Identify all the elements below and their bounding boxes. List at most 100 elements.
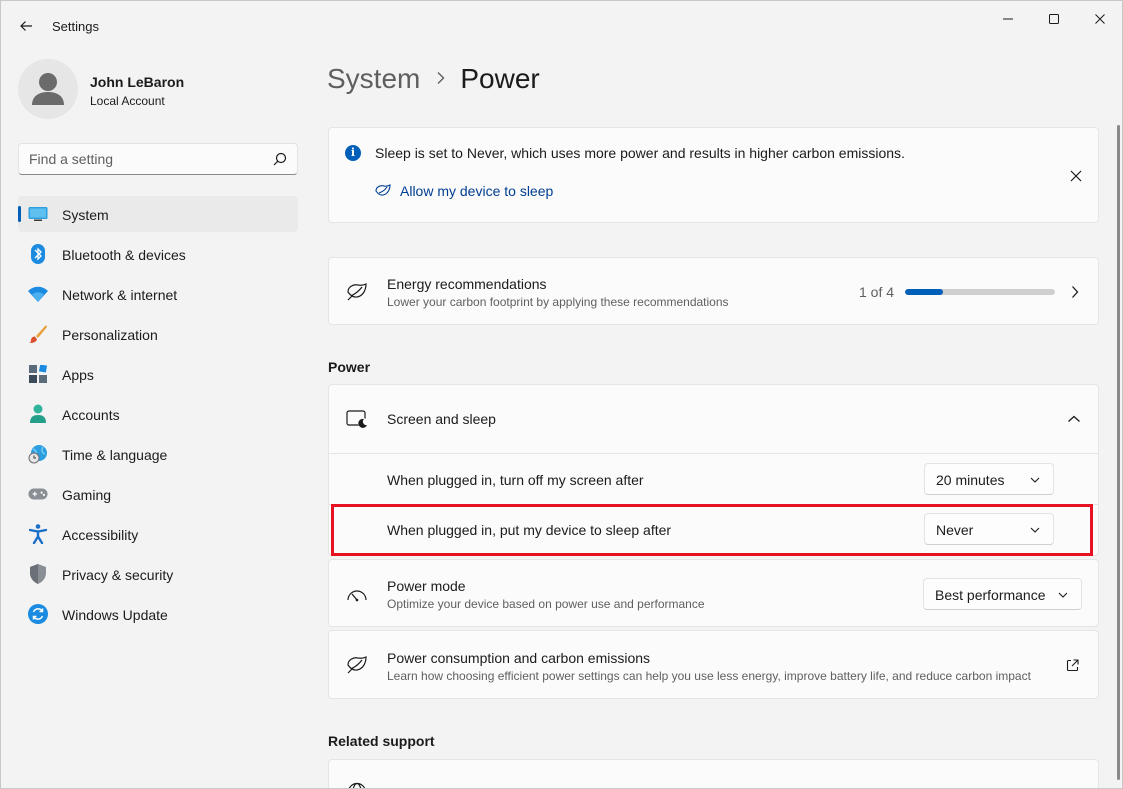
sidebar-item-network[interactable]: Network & internet [18,276,298,312]
external-link-icon [1064,657,1080,673]
breadcrumb-parent[interactable]: System [327,63,420,95]
sidebar-item-system[interactable]: System [18,196,298,232]
sleep-after-dropdown[interactable]: Never [924,513,1054,545]
leaf-link-icon [375,184,391,196]
accessibility-icon [28,524,48,544]
back-button[interactable] [13,13,39,39]
chevron-down-icon [1029,524,1041,536]
info-banner-text: Sleep is set to Never, which uses more p… [375,145,905,161]
maximize-button[interactable] [1031,5,1077,33]
power-section-heading: Power [328,359,371,375]
energy-progress-label: 1 of 4 [859,284,895,300]
sidebar-item-label: Windows Update [62,607,168,623]
sidebar-item-label: Network & internet [62,287,178,303]
power-mode-subtitle: Optimize your device based on power use … [387,597,705,611]
user-name: John LeBaron [90,74,185,90]
sidebar-item-label: Bluetooth & devices [62,247,186,263]
scrollbar[interactable] [1117,125,1120,780]
allow-sleep-link[interactable]: Allow my device to sleep [375,181,553,201]
account-type: Local Account [90,94,165,108]
leaf-icon [345,653,369,677]
search-icon [273,152,287,166]
search-input[interactable] [19,144,269,174]
energy-recommendations-card[interactable]: Energy recommendations Lower your carbon… [328,257,1099,325]
chevron-right-icon [1067,282,1083,302]
sidebar-item-personalization[interactable]: Personalization [18,316,298,352]
power-mode-dropdown[interactable]: Best performance [923,578,1082,610]
sleep-after-label: When plugged in, put my device to sleep … [387,522,672,538]
power-consumption-subtitle: Learn how choosing efficient power setti… [387,669,1031,683]
bluetooth-icon [28,244,48,264]
person-icon [28,404,48,424]
sidebar-item-label: Privacy & security [62,567,174,583]
close-icon [1070,170,1082,182]
sidebar-item-windows-update[interactable]: Windows Update [18,596,298,632]
sidebar-item-accessibility[interactable]: Accessibility [18,516,298,552]
speedometer-icon [345,582,369,606]
brush-icon [28,324,48,344]
sleep-after-row: When plugged in, put my device to sleep … [329,505,1098,555]
info-icon: i [345,145,361,161]
avatar [18,59,78,119]
sidebar-item-label: Personalization [62,327,158,343]
search-box [18,143,298,175]
person-avatar-icon [32,73,64,105]
screen-sleep-icon [345,407,369,431]
chevron-down-icon [1029,474,1041,486]
sidebar-item-gaming[interactable]: Gaming [18,476,298,512]
sidebar-item-privacy[interactable]: Privacy & security [18,556,298,592]
power-mode-card: Power mode Optimize your device based on… [328,559,1099,627]
leaf-icon [345,280,369,304]
sidebar-item-bluetooth[interactable]: Bluetooth & devices [18,236,298,272]
sidebar-item-label: System [62,207,109,223]
app-title: Settings [52,19,99,34]
screen-off-label: When plugged in, turn off my screen afte… [387,472,644,488]
screen-and-sleep-card: Screen and sleep When plugged in, turn o… [328,384,1099,556]
sidebar-item-apps[interactable]: Apps [18,356,298,392]
sidebar-item-label: Accounts [62,407,120,423]
dismiss-banner-button[interactable] [1066,166,1086,186]
sleep-after-value: Never [936,522,974,538]
allow-sleep-link-label: Allow my device to sleep [400,183,554,199]
energy-progress-fill [905,289,943,295]
minimize-icon [1003,18,1013,20]
power-consumption-card[interactable]: Power consumption and carbon emissions L… [328,630,1099,699]
power-mode-title: Power mode [387,578,466,594]
screen-off-dropdown[interactable]: 20 minutes [924,463,1054,495]
energy-subtitle: Lower your carbon footprint by applying … [387,295,729,309]
wifi-icon [28,284,48,304]
globe-clock-icon [28,444,48,464]
sleep-info-banner: i Sleep is set to Never, which uses more… [328,127,1099,223]
power-consumption-title: Power consumption and carbon emissions [387,650,651,666]
sidebar-item-time-language[interactable]: Time & language [18,436,298,472]
sidebar-item-label: Accessibility [62,527,139,543]
close-icon [1095,14,1105,24]
power-mode-value: Best performance [935,587,1046,603]
screen-off-row: When plugged in, turn off my screen afte… [329,455,1098,505]
globe-icon [345,780,369,788]
minimize-button[interactable] [985,5,1031,33]
breadcrumb-chevron-icon [436,68,446,91]
shield-icon [28,564,48,584]
divider [329,453,1098,454]
sidebar-item-accounts[interactable]: Accounts [18,396,298,432]
close-window-button[interactable] [1077,5,1122,33]
sidebar-item-label: Gaming [62,487,112,503]
apps-icon [28,364,48,384]
maximize-icon [1049,14,1059,24]
breadcrumb: System Power [327,59,540,99]
energy-title: Energy recommendations [387,276,547,292]
screen-and-sleep-header[interactable]: Screen and sleep [329,385,1098,453]
update-icon [28,604,48,624]
title-bar: Settings [1,1,1122,49]
sidebar-item-label: Apps [62,367,94,383]
screen-and-sleep-title: Screen and sleep [387,411,496,427]
sidebar-nav: System Bluetooth & devices Network & int… [18,196,298,636]
energy-progress-bar [905,289,1055,295]
chevron-down-icon [1057,589,1069,601]
related-support-heading: Related support [328,733,435,749]
settings-window: Settings John LeBaron Local Account Find… [0,0,1123,789]
monitor-icon [28,204,48,224]
page-title: Power [460,63,540,94]
related-support-card[interactable] [328,759,1099,788]
